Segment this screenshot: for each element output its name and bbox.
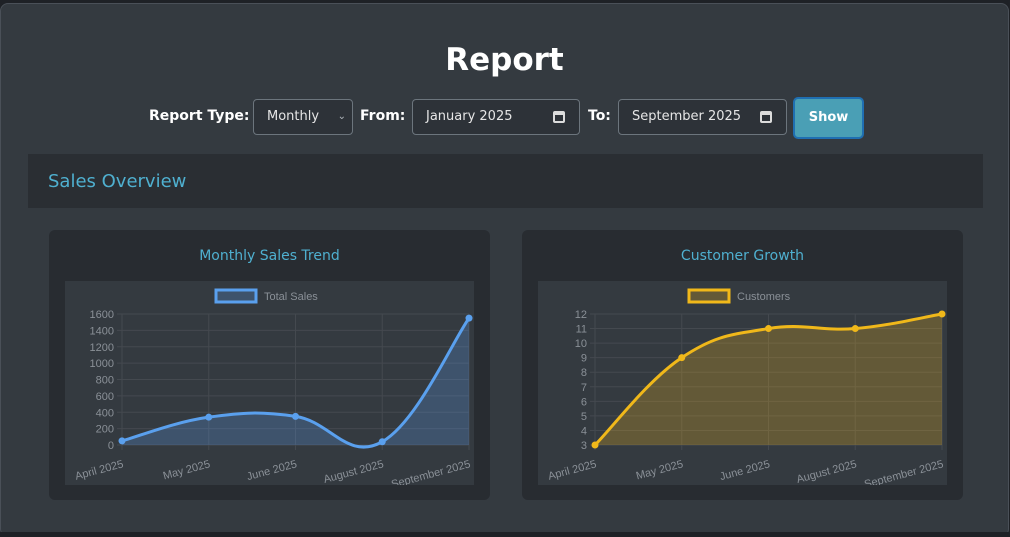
- data-point[interactable]: [591, 441, 599, 449]
- y-tick-label: 5: [581, 411, 587, 423]
- y-tick-label: 1400: [90, 325, 114, 337]
- x-tick-label: September 2025: [863, 458, 945, 485]
- legend-label[interactable]: Total Sales: [264, 291, 318, 303]
- customers-chart-card: Customer Growth 3 4 5 6 7 8 9 10 11 12 April 2025 M…: [522, 230, 963, 500]
- y-tick-label: 9: [581, 353, 587, 365]
- data-point[interactable]: [378, 438, 386, 446]
- y-tick-label: 0: [108, 440, 114, 452]
- calendar-icon[interactable]: [553, 111, 565, 123]
- customers-chart: 3 4 5 6 7 8 9 10 11 12 April 2025 May 2025 June 2025…: [547, 288, 946, 485]
- y-tick-label: 1200: [90, 342, 114, 354]
- y-tick-label: 6: [581, 396, 587, 408]
- to-date-input[interactable]: September 2025: [618, 99, 787, 135]
- from-label: From:: [360, 108, 406, 124]
- y-tick-label: 7: [581, 382, 587, 394]
- data-point[interactable]: [678, 354, 686, 362]
- page-title: Report: [445, 42, 564, 78]
- chevron-down-icon: ⌄: [337, 111, 346, 122]
- y-tick-label: 600: [96, 391, 114, 403]
- y-tick-label: 12: [575, 309, 587, 321]
- x-tick-label: April 2025: [74, 458, 125, 482]
- data-point[interactable]: [765, 325, 772, 333]
- x-tick-label: May 2025: [162, 458, 212, 482]
- report-type-select[interactable]: Monthly ⌄: [253, 99, 353, 135]
- x-tick-label: August 2025: [322, 458, 385, 485]
- bottom-edge: [0, 532, 1010, 537]
- data-point[interactable]: [938, 310, 946, 318]
- calendar-icon[interactable]: [760, 111, 772, 123]
- chart-title: Customer Growth: [680, 248, 805, 264]
- y-tick-label: 200: [96, 424, 114, 436]
- series-area: [595, 314, 942, 445]
- sales-chart-area: 0 200 400 600 800 1000 1200 1400 1600 April 2025 M…: [65, 281, 474, 485]
- x-tick-label: June 2025: [246, 458, 299, 483]
- data-point[interactable]: [118, 437, 126, 445]
- customers-chart-area: 3 4 5 6 7 8 9 10 11 12 April 2025 May 2025 June 2025…: [538, 281, 947, 485]
- y-tick-label: 800: [96, 375, 114, 387]
- sales-chart: 0 200 400 600 800 1000 1200 1400 1600 April 2025 M…: [74, 288, 473, 485]
- y-tick-label: 4: [581, 425, 587, 437]
- from-date-value: January 2025: [426, 109, 513, 124]
- x-tick-label: June 2025: [719, 458, 772, 483]
- y-tick-label: 11: [576, 324, 587, 336]
- sales-chart-card: Monthly Sales Trend 0 200 400 600 800 1000 120…: [49, 230, 490, 500]
- y-tick-label: 1600: [90, 309, 114, 321]
- show-button[interactable]: Show: [793, 97, 864, 139]
- data-point[interactable]: [465, 314, 473, 322]
- report-type-value: Monthly: [267, 109, 320, 124]
- y-tick-label: 8: [581, 367, 587, 379]
- section-header: Sales Overview: [28, 154, 983, 208]
- data-point[interactable]: [205, 413, 213, 421]
- from-date-input[interactable]: January 2025: [412, 99, 580, 135]
- x-tick-label: April 2025: [547, 458, 598, 482]
- x-tick-label: September 2025: [390, 458, 472, 485]
- to-label: To:: [588, 108, 611, 124]
- section-title: Sales Overview: [48, 171, 187, 192]
- data-point[interactable]: [292, 412, 299, 420]
- legend-swatch[interactable]: [687, 288, 731, 304]
- report-type-label: Report Type:: [149, 108, 250, 124]
- to-date-value: September 2025: [632, 109, 742, 124]
- y-tick-label: 10: [575, 338, 587, 350]
- chart-title: Monthly Sales Trend: [199, 248, 340, 264]
- x-tick-label: August 2025: [795, 458, 858, 485]
- x-tick-label: May 2025: [635, 458, 685, 482]
- data-point[interactable]: [851, 325, 859, 333]
- legend-label[interactable]: Customers: [737, 291, 791, 303]
- legend-swatch[interactable]: [214, 288, 258, 304]
- y-tick-label: 3: [581, 440, 587, 452]
- y-tick-label: 400: [96, 407, 114, 419]
- y-tick-label: 1000: [90, 358, 114, 370]
